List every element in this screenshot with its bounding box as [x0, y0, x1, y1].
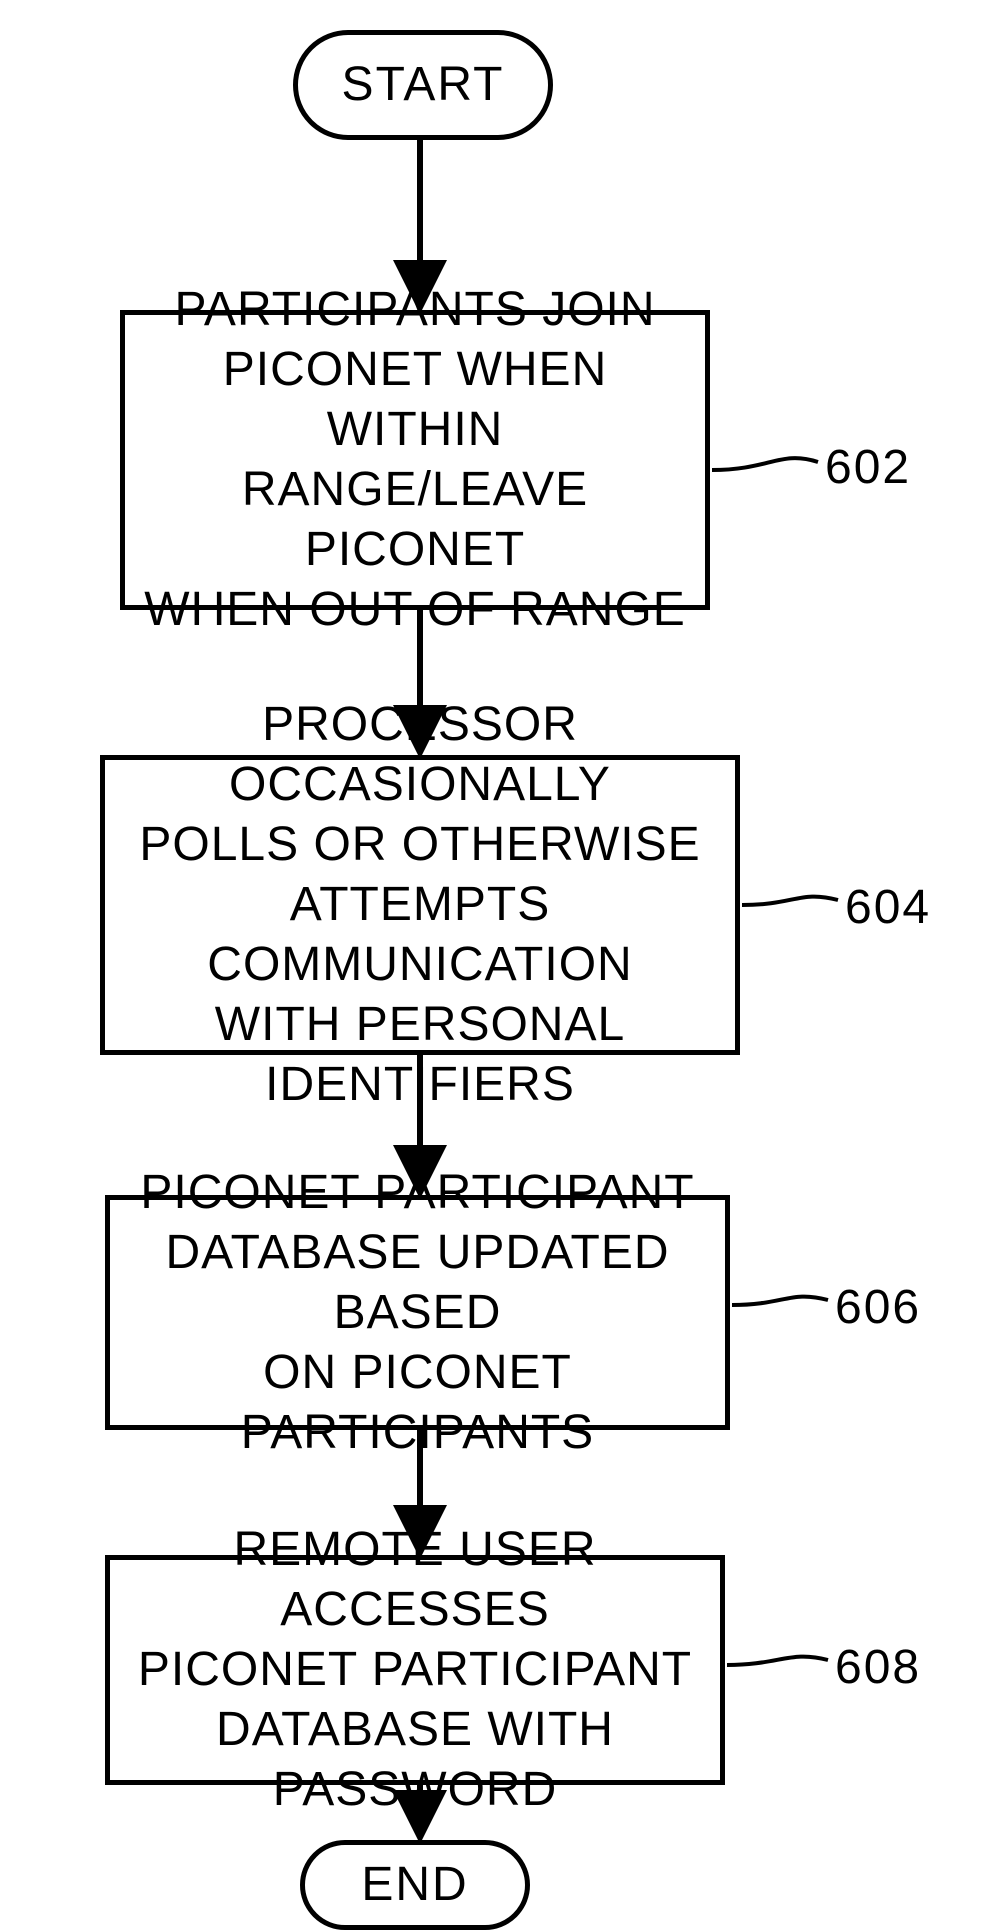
flowchart-canvas: START PARTICIPANTS JOIN PICONET WHEN WIT…: [0, 0, 982, 1930]
step-602: PARTICIPANTS JOIN PICONET WHEN WITHIN RA…: [120, 310, 710, 610]
leader-606: [732, 1297, 828, 1305]
leader-604: [742, 897, 838, 905]
leader-608: [727, 1657, 828, 1665]
step-606-text: PICONET PARTICIPANT DATABASE UPDATED BAS…: [120, 1163, 715, 1463]
end-label: END: [361, 1861, 468, 1909]
step-608-text: REMOTE USER ACCESSES PICONET PARTICIPANT…: [120, 1520, 710, 1820]
step-608-ref: 608: [835, 1640, 921, 1695]
step-608: REMOTE USER ACCESSES PICONET PARTICIPANT…: [105, 1555, 725, 1785]
leader-602: [712, 458, 818, 470]
step-604-ref: 604: [845, 880, 931, 935]
step-602-ref: 602: [825, 440, 911, 495]
step-606: PICONET PARTICIPANT DATABASE UPDATED BAS…: [105, 1195, 730, 1430]
start-terminator: START: [293, 30, 553, 140]
step-606-ref: 606: [835, 1280, 921, 1335]
start-label: START: [342, 61, 505, 109]
step-604-text: PROCESSOR OCCASIONALLY POLLS OR OTHERWIS…: [115, 695, 725, 1115]
end-terminator-display: END: [300, 1840, 530, 1930]
step-604: PROCESSOR OCCASIONALLY POLLS OR OTHERWIS…: [100, 755, 740, 1055]
step-602-text: PARTICIPANTS JOIN PICONET WHEN WITHIN RA…: [135, 280, 695, 640]
